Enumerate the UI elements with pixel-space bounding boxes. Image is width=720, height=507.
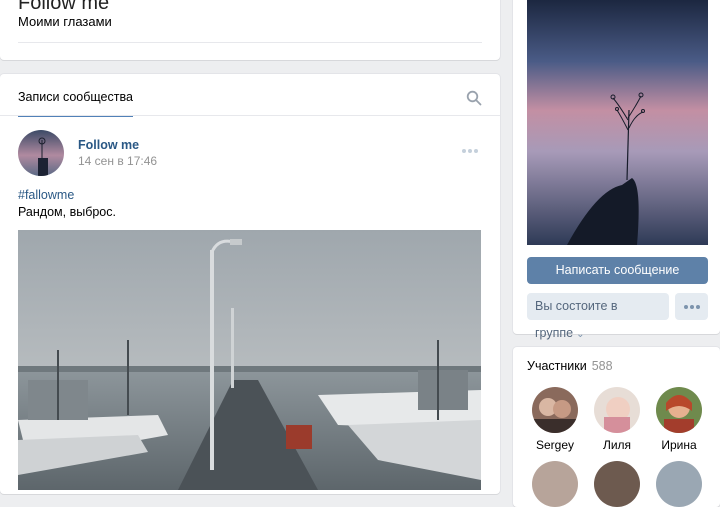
member-item[interactable] xyxy=(587,461,647,507)
member-item[interactable] xyxy=(649,461,709,507)
more-dots-icon[interactable] xyxy=(675,293,708,320)
post-more-icon[interactable] xyxy=(462,140,482,153)
search-icon[interactable] xyxy=(466,90,482,106)
avatar xyxy=(656,461,702,507)
chevron-down-icon: ⌄ xyxy=(576,329,585,340)
member-name: Ирина xyxy=(661,438,697,452)
post-hashtag[interactable]: #fallowme xyxy=(18,188,74,202)
post-author-name[interactable]: Follow me xyxy=(78,138,139,152)
tab-community-posts[interactable]: Записи сообщества xyxy=(18,90,133,117)
group-header-card: Follow me Моими глазами xyxy=(0,0,500,60)
member-name: Лиля xyxy=(602,438,632,452)
group-title: Follow me xyxy=(18,0,110,14)
avatar xyxy=(594,461,640,507)
members-count: 588 xyxy=(591,359,613,373)
group-cover-photo[interactable] xyxy=(527,0,708,245)
group-cover-card: Написать сообщение Вы состоите в группе ⌄ xyxy=(513,0,720,340)
membership-status-button[interactable]: Вы состоите в группе ⌄ xyxy=(527,293,669,340)
members-title: Участники xyxy=(527,359,587,373)
avatar xyxy=(532,461,578,507)
avatar xyxy=(532,387,578,433)
member-item[interactable]: Ирина xyxy=(649,387,709,452)
members-heading[interactable]: Участники 588 xyxy=(527,359,613,373)
send-message-button[interactable]: Написать сообщение xyxy=(527,257,708,284)
avatar xyxy=(594,387,640,433)
post-photo[interactable] xyxy=(18,230,481,490)
member-item[interactable]: Sergey xyxy=(525,387,585,452)
wall-card: Записи сообщества Follow me 14 сен в 17:… xyxy=(0,74,500,494)
member-item[interactable]: Лиля xyxy=(587,387,647,452)
post-date[interactable]: 14 сен в 17:46 xyxy=(78,154,157,168)
tabs-divider xyxy=(0,115,500,116)
group-status: Моими глазами xyxy=(18,14,112,29)
member-name: Sergey xyxy=(535,438,575,452)
post-text: Рандом, выброс. xyxy=(18,205,116,219)
members-card: Участники 588 Sergey Лиля Ирина xyxy=(513,347,720,507)
avatar xyxy=(656,387,702,433)
header-divider xyxy=(18,42,482,43)
member-item[interactable] xyxy=(525,461,585,507)
post-author-avatar[interactable] xyxy=(18,130,64,176)
